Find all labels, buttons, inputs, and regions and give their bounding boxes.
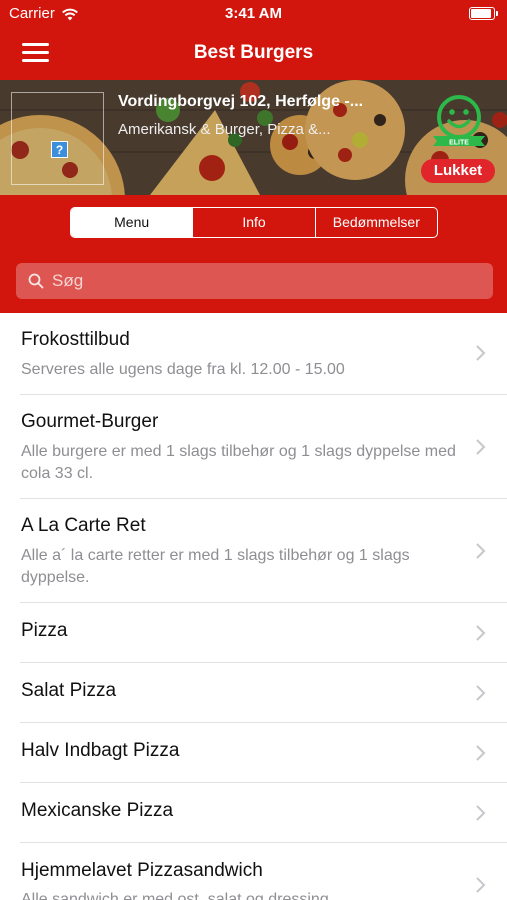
chevron-right-icon xyxy=(476,805,486,821)
segmented-control: Menu Info Bedømmelser xyxy=(70,207,438,238)
category-row-hjemmelavet-pizzasandwich[interactable]: Hjemmelavet Pizzasandwich Alle sandwich … xyxy=(0,843,507,900)
category-row-gourmet-burger[interactable]: Gourmet-Burger Alle burgere er med 1 sla… xyxy=(0,395,507,499)
chevron-right-icon xyxy=(476,543,486,559)
battery-icon xyxy=(469,7,498,20)
missing-image-icon: ? xyxy=(51,141,68,158)
category-row-halv-indbagt-pizza[interactable]: Halv Indbagt Pizza xyxy=(0,723,507,783)
elite-badge-label: ELITE xyxy=(449,140,469,147)
restaurant-banner: ? Vordingborgvej 102, Herfølge -... Amer… xyxy=(0,80,507,195)
category-list: Frokosttilbud Serveres alle ugens dage f… xyxy=(0,313,507,900)
chevron-right-icon xyxy=(476,745,486,761)
category-title: Mexicanske Pizza xyxy=(21,800,174,821)
chevron-right-icon xyxy=(476,877,486,893)
category-title: Salat Pizza xyxy=(21,680,117,701)
tab-info[interactable]: Info xyxy=(193,208,316,237)
chevron-right-icon xyxy=(476,439,486,455)
search-input[interactable] xyxy=(52,263,482,299)
controls-area: Menu Info Bedømmelser xyxy=(0,195,507,313)
restaurant-address: Vordingborgvej 102, Herfølge -... xyxy=(118,93,364,110)
search-icon xyxy=(28,273,44,289)
category-description: Alle sandwich er med ost, salat og dress… xyxy=(21,891,329,900)
category-row-salat-pizza[interactable]: Salat Pizza xyxy=(0,663,507,723)
category-title: Hjemmelavet Pizzasandwich xyxy=(21,860,263,881)
category-description: Serveres alle ugens dage fra kl. 12.00 -… xyxy=(21,361,345,378)
restaurant-logo-placeholder: ? xyxy=(11,92,104,185)
category-title: Gourmet-Burger xyxy=(21,411,159,432)
category-row-pizza[interactable]: Pizza xyxy=(0,603,507,663)
page-title: Best Burgers xyxy=(193,42,314,63)
smiley-elite-icon: ELITE xyxy=(433,95,485,147)
category-title: Halv Indbagt Pizza xyxy=(21,740,180,761)
navigation-bar: Best Burgers xyxy=(0,28,507,78)
category-description: Alle a´ la carte retter er med 1 slags t… xyxy=(21,547,410,586)
tab-reviews[interactable]: Bedømmelser xyxy=(316,208,437,237)
status-badge: Lukket xyxy=(421,159,495,183)
category-description: Alle burgere er med 1 slags tilbehør og … xyxy=(21,443,456,482)
status-bar: Carrier 3:41 AM xyxy=(0,0,507,28)
category-row-frokosttilbud[interactable]: Frokosttilbud Serveres alle ugens dage f… xyxy=(0,313,507,395)
category-title: Frokosttilbud xyxy=(21,329,130,350)
category-row-a-la-carte[interactable]: A La Carte Ret Alle a´ la carte retter e… xyxy=(0,499,507,603)
chevron-right-icon xyxy=(476,685,486,701)
category-row-mexicanske-pizza[interactable]: Mexicanske Pizza xyxy=(0,783,507,843)
tab-menu[interactable]: Menu xyxy=(71,208,194,237)
category-title: A La Carte Ret xyxy=(21,515,146,536)
restaurant-cuisine: Amerikansk & Burger, Pizza &... xyxy=(118,121,331,138)
clock: 3:41 AM xyxy=(225,5,282,22)
chevron-right-icon xyxy=(476,345,486,361)
search-bar xyxy=(16,263,493,299)
chevron-right-icon xyxy=(476,625,486,641)
category-title: Pizza xyxy=(21,620,68,641)
